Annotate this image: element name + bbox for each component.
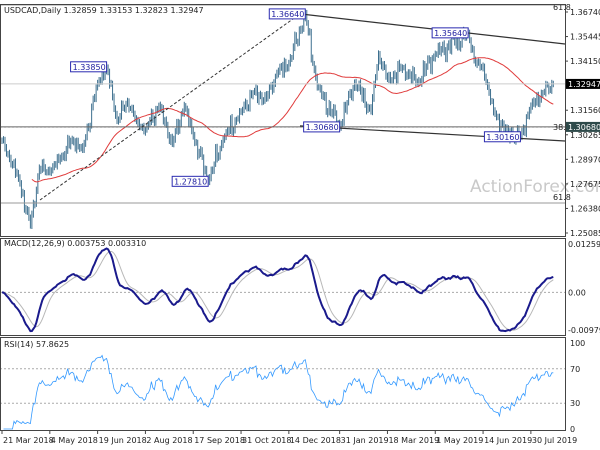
symbol-header: USDCAD,Daily 1.32859 1.33153 1.32823 1.3…: [4, 6, 204, 15]
price-tick-label: 1.30265: [570, 131, 600, 140]
price-tick-label: 1.35445: [570, 33, 600, 42]
macd-tick-label: -0.00979: [568, 326, 600, 335]
x-tick-label: 31 Oct 2018: [242, 436, 291, 445]
x-tick-label: 21 Mar 2018: [3, 436, 54, 445]
x-tick-label: 17 Sep 2018: [194, 436, 245, 445]
x-tick-label: 19 Jun 2018: [99, 436, 147, 445]
price-label: 1.35640: [434, 29, 467, 38]
macd-tick-label: 0.00: [568, 288, 586, 297]
price-label: 1.30680: [306, 123, 339, 132]
price-tick-label: 1.27675: [570, 180, 600, 189]
x-tick-label: 14 Dec 2018: [290, 436, 341, 445]
x-tick-label: 14 Jun 2019: [484, 436, 532, 445]
x-tick-label: 4 May 2018: [51, 436, 98, 445]
x-tick-label: 1 May 2019: [436, 436, 483, 445]
x-tick-label: 31 Jan 2019: [341, 436, 389, 445]
current-price-badge: 1.32947: [568, 80, 600, 89]
macd-tick-label: 0.012599: [568, 240, 600, 249]
rsi-tick-label: 70: [570, 365, 580, 374]
chart-window: 61.8 38.2 61.8 1.36640 1.33850 1.27810 1.30680…: [0, 0, 600, 450]
x-tick-label: 18 Mar 2019: [388, 436, 439, 445]
x-tick-label: 2 Aug 2018: [146, 436, 192, 445]
price-label: 1.33850: [73, 63, 106, 72]
level-price-badge: 1.30680: [568, 123, 600, 132]
price-tick-label: 1.34150: [570, 57, 600, 66]
x-tick-label: 30 Jul 2019: [532, 436, 577, 445]
macd-title: MACD(12,26,9) 0.003753 0.003310: [4, 239, 146, 248]
rsi-tick-label: 100: [570, 339, 585, 348]
rsi-tick-label: 30: [570, 399, 580, 408]
price-tick-label: 1.28970: [570, 155, 600, 164]
price-tick-label: 1.26380: [570, 204, 600, 213]
price-label: 1.27810: [174, 177, 207, 186]
price-label: 1.30160: [486, 133, 519, 142]
usdcad-chart: 61.838.261.81.366401.338501.278101.30680…: [0, 0, 600, 450]
price-label: 1.36640: [271, 10, 304, 19]
price-tick-label: 1.31560: [570, 106, 600, 115]
price-tick-label: 1.36740: [570, 8, 600, 17]
rsi-title: RSI(14) 57.8625: [4, 340, 69, 349]
rsi-tick-label: 0: [570, 425, 575, 434]
price-tick-label: 1.25085: [570, 229, 600, 238]
